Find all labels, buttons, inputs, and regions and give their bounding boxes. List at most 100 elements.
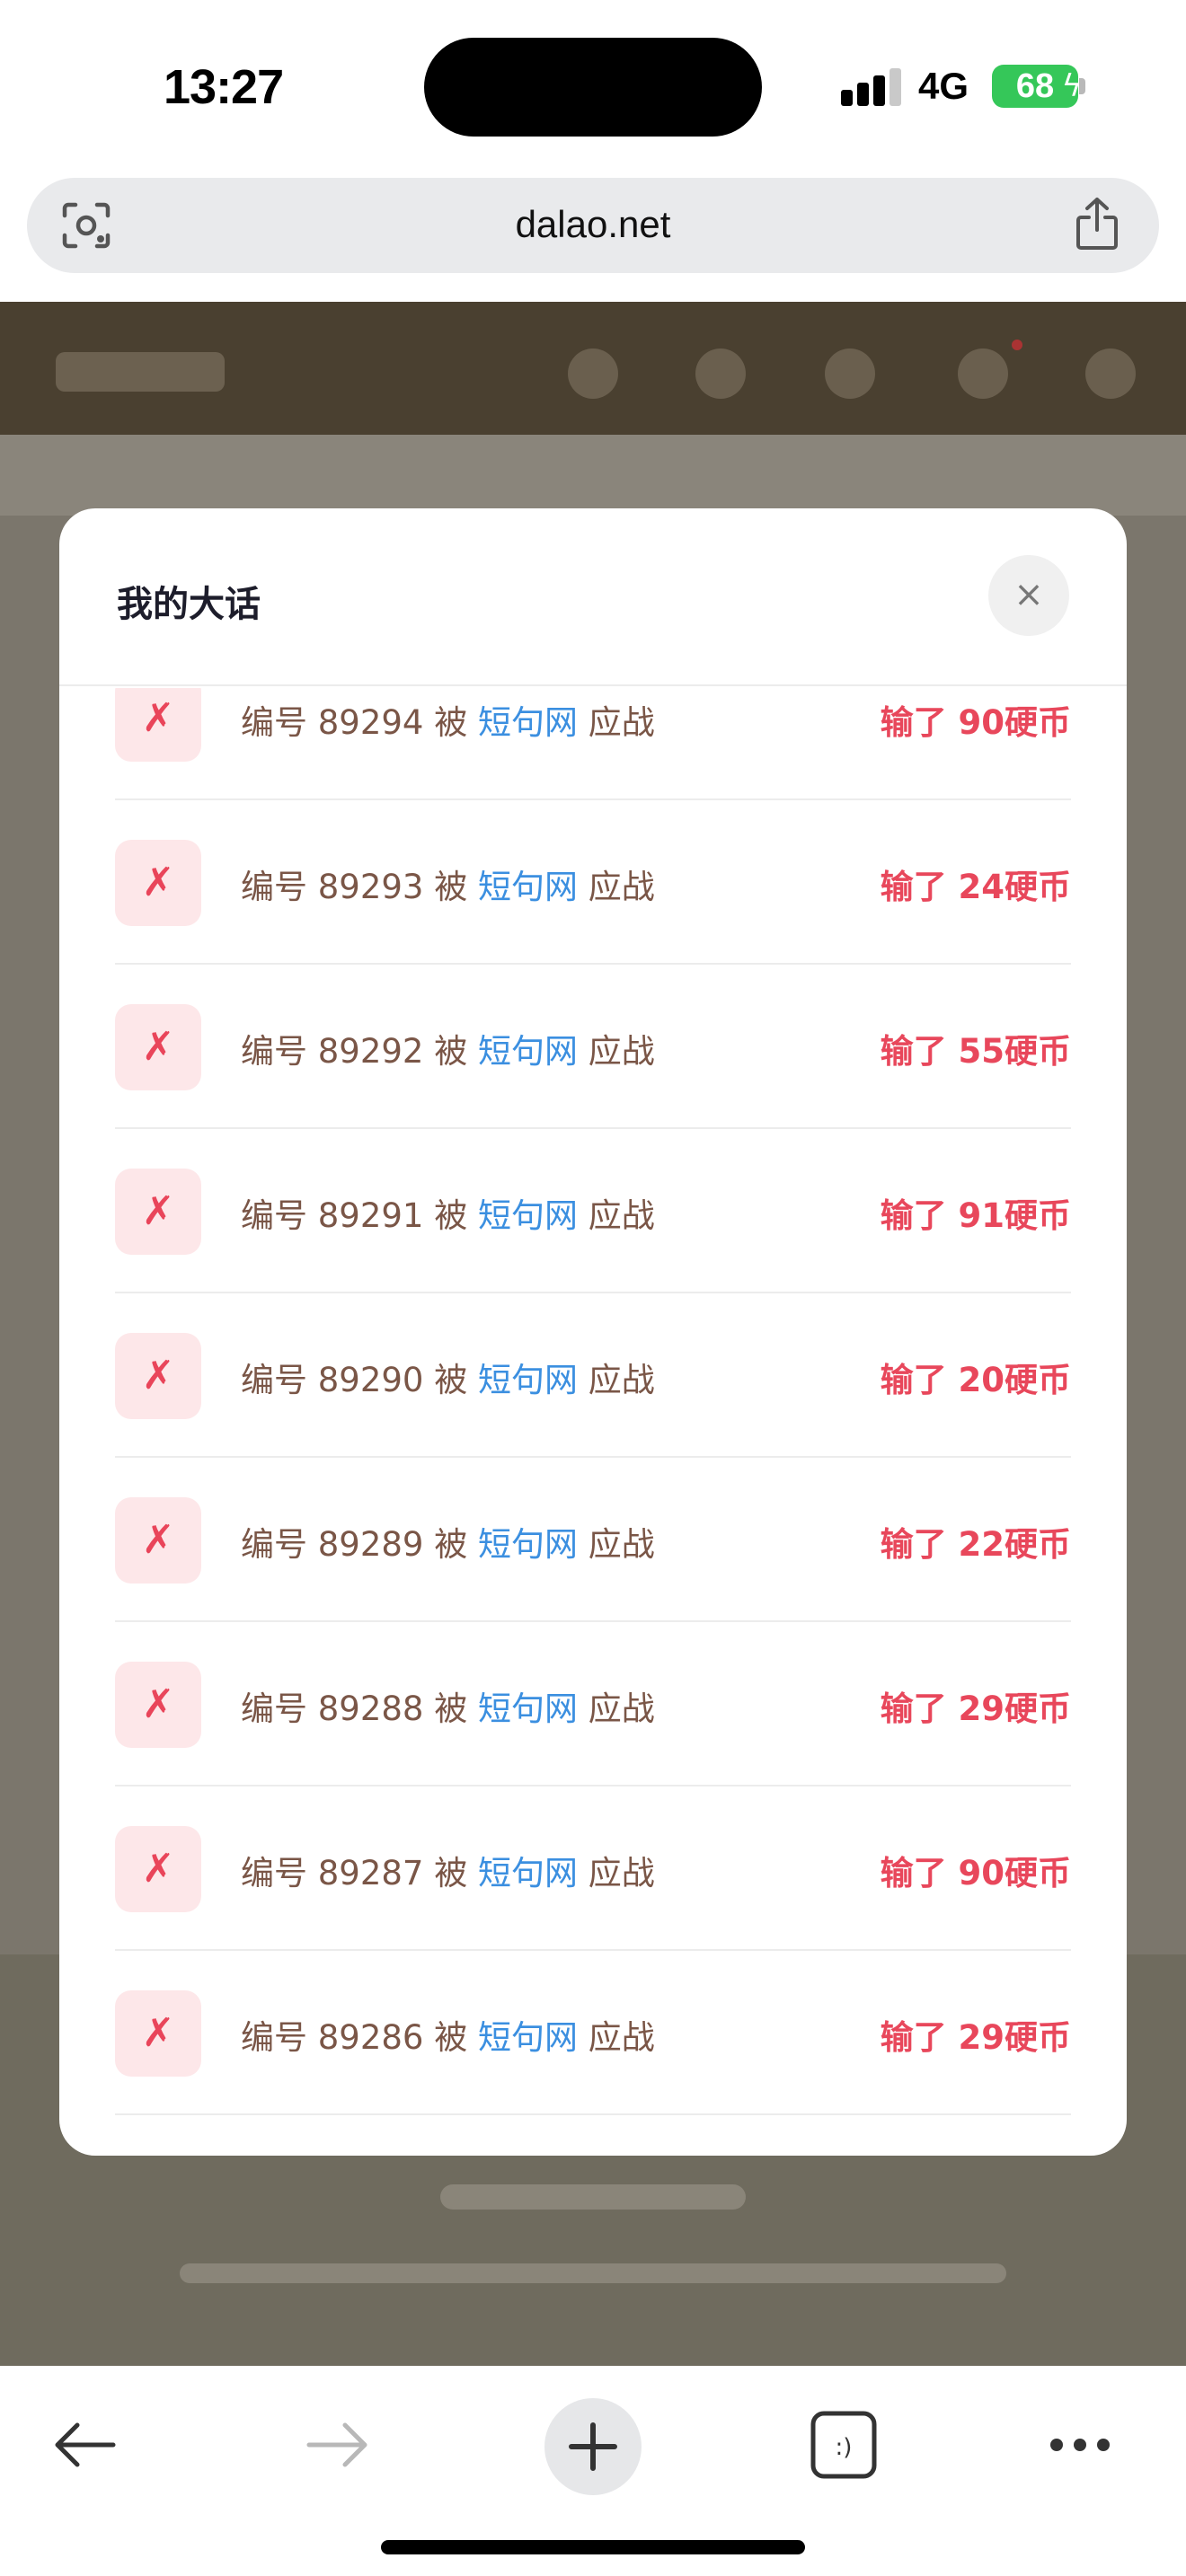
loss-icon: ✗ (115, 1990, 201, 2077)
loss-amount: 输了 90硬币 (880, 703, 1071, 742)
back-arrow-icon[interactable] (52, 2420, 117, 2470)
id-prefix: 编号 (241, 1361, 307, 1399)
list-item[interactable]: ✗ 编号 89294 被 短句网 应战 输了 90硬币 (115, 688, 1071, 800)
opponent-link[interactable]: 短句网 (478, 1032, 578, 1071)
loss-icon: ✗ (115, 1497, 201, 1584)
site-subnav-blurred (0, 435, 1186, 516)
opponent-link[interactable]: 短句网 (478, 1525, 578, 1564)
list-icon (825, 348, 875, 399)
dialog-title: 我的大话 (117, 584, 261, 625)
opponent-link[interactable]: 短句网 (478, 1196, 578, 1235)
loss-icon: ✗ (115, 840, 201, 926)
close-button[interactable]: × (988, 555, 1069, 636)
challenge-id: 89287 (317, 1854, 424, 1892)
by-word: 被 (434, 1854, 468, 1892)
challenge-id: 89286 (317, 2018, 424, 2057)
site-header-blurred (0, 302, 1186, 435)
action-word: 应战 (588, 1689, 655, 1728)
id-prefix: 编号 (241, 1689, 307, 1728)
status-time: 13:27 (164, 60, 284, 114)
opponent-link[interactable]: 短句网 (478, 703, 578, 742)
opponent-link[interactable]: 短句网 (478, 868, 578, 906)
challenge-id: 89294 (317, 703, 424, 742)
action-word: 应战 (588, 703, 655, 742)
by-word: 被 (434, 2018, 468, 2057)
loss-amount: 输了 24硬币 (880, 868, 1071, 906)
footer-line (180, 2263, 1006, 2283)
list-item[interactable]: ✗ 编号 89290 被 短句网 应战 输了 20硬币 (115, 1293, 1071, 1458)
loss-amount: 输了 22硬币 (880, 1525, 1071, 1564)
loss-icon: ✗ (115, 1662, 201, 1748)
list-item[interactable]: ✗ 编号 89289 被 短句网 应战 输了 22硬币 (115, 1458, 1071, 1622)
action-word: 应战 (588, 1361, 655, 1399)
new-tab-button[interactable] (544, 2398, 642, 2495)
challenge-id: 89289 (317, 1525, 424, 1564)
user-icon (1085, 348, 1136, 399)
loss-amount: 输了 55硬币 (880, 1032, 1071, 1071)
by-word: 被 (434, 1689, 468, 1728)
dynamic-island (424, 38, 762, 137)
action-word: 应战 (588, 2018, 655, 2057)
tabs-glyph: :) (836, 2434, 853, 2461)
action-word: 应战 (588, 1196, 655, 1235)
loss-amount: 输了 91硬币 (880, 1196, 1071, 1235)
forward-arrow-icon[interactable] (305, 2420, 370, 2470)
network-type: 4G (918, 65, 969, 107)
plus-icon (569, 2422, 617, 2471)
challenge-id: 89290 (317, 1361, 424, 1399)
id-prefix: 编号 (241, 703, 307, 742)
id-prefix: 编号 (241, 1196, 307, 1235)
id-prefix: 编号 (241, 868, 307, 906)
tabs-button[interactable]: :) (810, 2411, 877, 2479)
loss-icon: ✗ (115, 1169, 201, 1255)
id-prefix: 编号 (241, 1525, 307, 1564)
loss-amount: 输了 20硬币 (880, 1361, 1071, 1399)
loss-amount: 输了 29硬币 (880, 2018, 1071, 2057)
loss-icon: ✗ (115, 1826, 201, 1912)
action-word: 应战 (588, 868, 655, 906)
list-item[interactable]: ✗ 编号 89288 被 短句网 应战 输了 29硬币 (115, 1622, 1071, 1786)
challenge-id: 89292 (317, 1032, 424, 1071)
by-word: 被 (434, 703, 468, 742)
by-word: 被 (434, 1525, 468, 1564)
list-item[interactable]: ✗ 编号 89293 被 短句网 应战 输了 24硬币 (115, 800, 1071, 965)
list-item[interactable]: ✗ 编号 89291 被 短句网 应战 输了 91硬币 (115, 1129, 1071, 1293)
challenge-id: 89291 (317, 1196, 424, 1235)
list-item[interactable]: ✗ 编号 89287 被 短句网 应战 输了 90硬币 (115, 1786, 1071, 1951)
opponent-link[interactable]: 短句网 (478, 1361, 578, 1399)
notification-dot (1012, 340, 1022, 350)
dialog-header: 我的大话 × (59, 508, 1127, 686)
share-icon[interactable] (1075, 196, 1120, 251)
action-word: 应战 (588, 1032, 655, 1071)
more-dots-icon[interactable] (1048, 2434, 1112, 2456)
home-indicator (381, 2540, 805, 2554)
id-prefix: 编号 (241, 1032, 307, 1071)
search-icon (695, 348, 746, 399)
list-item[interactable]: ✗ 编号 89292 被 短句网 应战 输了 55硬币 (115, 965, 1071, 1129)
loss-amount: 输了 29硬币 (880, 1689, 1071, 1728)
opponent-link[interactable]: 短句网 (478, 1854, 578, 1892)
action-word: 应战 (588, 1525, 655, 1564)
list-item[interactable]: ✗ 编号 89286 被 短句网 应战 输了 29硬币 (115, 1951, 1071, 2115)
url-text[interactable]: dalao.net (27, 203, 1159, 246)
challenge-description: 编号 89287 被 短句网 应战 (241, 1846, 655, 1894)
by-word: 被 (434, 1361, 468, 1399)
challenge-list[interactable]: ✗ 编号 89294 被 短句网 应战 输了 90硬币 ✗ 编号 89293 被 短句网… (59, 688, 1127, 2156)
loss-icon: ✗ (115, 1004, 201, 1090)
address-bar[interactable]: dalao.net (27, 178, 1159, 273)
message-icon (958, 348, 1008, 399)
id-prefix: 编号 (241, 2018, 307, 2057)
footer-line (440, 2184, 746, 2210)
status-bar: 13:27 4G 68 ϟ (0, 0, 1186, 171)
action-word: 应战 (588, 1854, 655, 1892)
challenge-description: 编号 89292 被 短句网 应战 (241, 1024, 655, 1072)
by-word: 被 (434, 868, 468, 906)
challenge-id: 89288 (317, 1689, 424, 1728)
site-logo-blurred (56, 352, 225, 392)
opponent-link[interactable]: 短句网 (478, 1689, 578, 1728)
loss-icon: ✗ (115, 688, 201, 762)
challenge-description: 编号 89293 被 短句网 应战 (241, 860, 655, 908)
opponent-link[interactable]: 短句网 (478, 2018, 578, 2057)
cellular-signal-icon (841, 66, 904, 106)
my-dahua-dialog: 我的大话 × ✗ 编号 89294 被 短句网 应战 输了 90硬币 ✗ 编号 8929… (59, 508, 1127, 2156)
